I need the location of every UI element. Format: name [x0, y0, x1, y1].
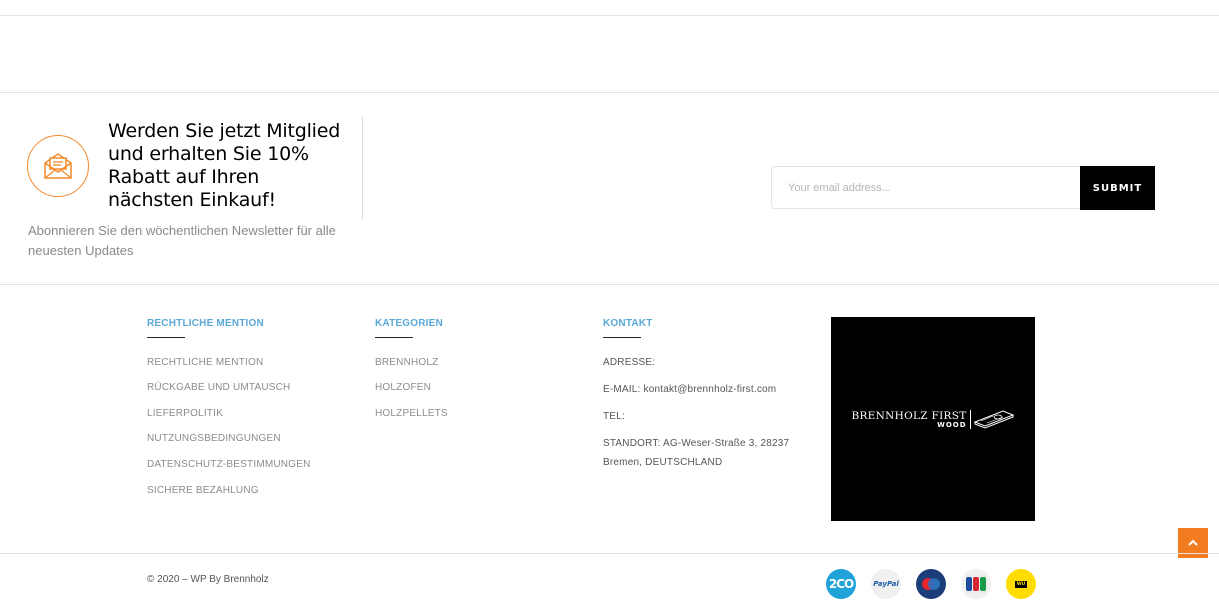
paypal-icon: PayPal	[871, 569, 901, 599]
chevron-up-icon	[1188, 539, 1198, 546]
contact-location-line1: STANDORT: AG-Weser-Straße 3, 28237	[603, 438, 790, 449]
copyright-text: © 2020 – WP By Brennholz	[147, 574, 269, 585]
legal-heading: RECHTLICHE MENTION	[147, 318, 264, 329]
submit-button[interactable]: SUBMIT	[1080, 166, 1155, 210]
contact-column: KONTAKT ADRESSE: E-MAIL: kontakt@brennho…	[603, 318, 789, 468]
link-rechtliche-mention[interactable]: RECHTLICHE MENTION	[147, 357, 263, 368]
2checkout-icon: 2CO	[826, 569, 856, 599]
heading-underline	[147, 337, 185, 338]
categories-column: KATEGORIEN BRENNHOLZ HOLZOFEN HOLZPELLET…	[375, 318, 448, 419]
heading-underline	[603, 337, 641, 338]
link-holzofen[interactable]: HOLZOFEN	[375, 382, 431, 393]
link-lieferpolitik[interactable]: LIEFERPOLITIK	[147, 408, 223, 419]
jcb-icon	[961, 569, 991, 599]
link-rueckgabe-umtausch[interactable]: RÜCKGABE UND UMTAUSCH	[147, 382, 290, 393]
link-brennholz[interactable]: BRENNHOLZ	[375, 357, 438, 368]
newsletter-title: Werden Sie jetzt Mitglied und erhalten S…	[108, 120, 341, 211]
heading-underline	[375, 337, 413, 338]
link-nutzungsbedingungen[interactable]: NUTZUNGSBEDINGUNGEN	[147, 433, 281, 444]
newsletter-top-divider	[0, 92, 1219, 93]
maestro-icon	[916, 569, 946, 599]
newsletter-subtitle: Abonnieren Sie den wöchentlichen Newslet…	[28, 223, 336, 258]
legal-column: RECHTLICHE MENTION RECHTLICHE MENTION RÜ…	[147, 318, 310, 496]
contact-heading: KONTAKT	[603, 318, 653, 329]
western-union-icon: WU	[1006, 569, 1036, 599]
contact-tel: TEL:	[603, 411, 625, 422]
categories-heading: KATEGORIEN	[375, 318, 443, 329]
link-datenschutz[interactable]: DATENSCHUTZ-BESTIMMUNGEN	[147, 459, 311, 470]
brand-name: BRENNHOLZ FIRST	[851, 409, 967, 422]
envelope-icon	[27, 135, 89, 197]
footer-top-divider	[0, 284, 1219, 285]
email-input[interactable]	[771, 166, 1081, 209]
link-sichere-bezahlung[interactable]: SICHERE BEZAHLUNG	[147, 485, 259, 496]
top-divider	[0, 15, 1219, 16]
brand-sub: WOOD	[937, 420, 967, 429]
wood-plank-icon	[973, 410, 1014, 429]
brand-logo: BRENNHOLZ FIRST WOOD	[831, 317, 1035, 521]
newsletter-divider	[362, 117, 363, 220]
link-holzpellets[interactable]: HOLZPELLETS	[375, 408, 448, 419]
contact-email[interactable]: E-MAIL: kontakt@brennholz-first.com	[603, 384, 776, 395]
contact-location-line2: Bremen, DEUTSCHLAND	[603, 457, 723, 468]
bottom-divider	[0, 553, 1219, 554]
contact-address: ADRESSE:	[603, 357, 656, 368]
